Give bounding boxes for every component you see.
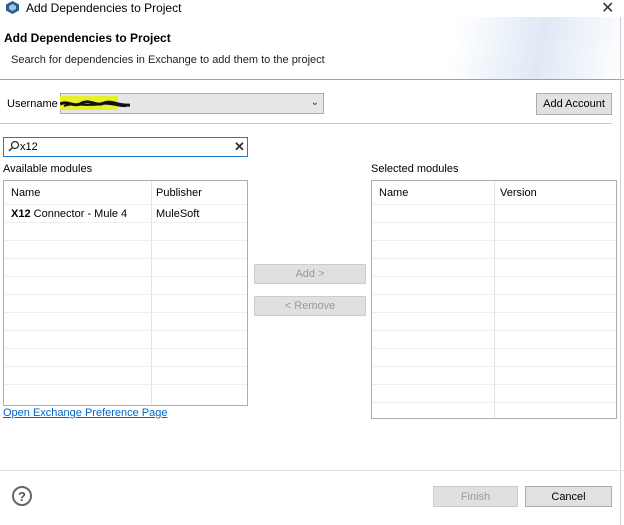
- row-divider: [372, 402, 616, 403]
- username-redaction-scribble: [60, 100, 130, 108]
- row-divider: [4, 366, 247, 367]
- chevron-down-icon[interactable]: ⌄: [311, 97, 319, 108]
- row-divider: [372, 222, 616, 223]
- window-edge: [620, 17, 621, 525]
- help-icon[interactable]: ?: [12, 486, 32, 506]
- banner-divider: [0, 79, 624, 80]
- row-divider: [372, 276, 616, 277]
- row-divider: [4, 222, 247, 223]
- close-icon[interactable]: ✕: [601, 0, 614, 18]
- row-divider: [372, 366, 616, 367]
- cancel-button[interactable]: Cancel: [525, 486, 612, 507]
- row-divider: [372, 258, 616, 259]
- selected-modules-table[interactable]: Name Version: [371, 180, 617, 419]
- table-row[interactable]: X12 Connector - Mule 4: [11, 208, 127, 220]
- row-divider: [4, 348, 247, 349]
- column-header-name[interactable]: Name: [379, 187, 408, 199]
- row-divider: [4, 240, 247, 241]
- row-divider: [372, 312, 616, 313]
- clear-icon[interactable]: ✕: [234, 139, 245, 155]
- section-divider: [0, 123, 612, 124]
- search-icon: [8, 140, 20, 152]
- column-header-version[interactable]: Version: [500, 187, 537, 199]
- row-divider: [4, 276, 247, 277]
- row-divider: [372, 204, 616, 205]
- search-input[interactable]: [20, 140, 230, 154]
- module-name: Connector - Mule 4: [30, 208, 128, 220]
- row-divider: [372, 348, 616, 349]
- title-bar: Add Dependencies to Project ✕: [0, 0, 624, 17]
- row-divider: [4, 294, 247, 295]
- column-header-name[interactable]: Name: [11, 187, 40, 199]
- row-divider: [372, 330, 616, 331]
- row-divider: [4, 384, 247, 385]
- table-header: Name Publisher: [4, 181, 247, 204]
- banner-description: Search for dependencies in Exchange to a…: [11, 54, 325, 66]
- available-modules-table[interactable]: Name Publisher X12 Connector - Mule 4 Mu…: [3, 180, 248, 406]
- row-divider: [4, 330, 247, 331]
- module-publisher: MuleSoft: [156, 208, 200, 220]
- column-divider: [494, 181, 495, 418]
- wizard-banner: Add Dependencies to Project Search for d…: [0, 17, 624, 79]
- window-title: Add Dependencies to Project: [26, 1, 182, 15]
- search-field[interactable]: ✕: [3, 137, 248, 157]
- username-label: Username: [7, 98, 58, 110]
- row-divider: [4, 258, 247, 259]
- anypoint-studio-icon: [6, 1, 19, 14]
- available-modules-label: Available modules: [3, 163, 93, 175]
- add-button[interactable]: Add >: [254, 264, 366, 284]
- row-divider: [4, 312, 247, 313]
- row-divider: [372, 384, 616, 385]
- row-divider: [4, 204, 247, 205]
- row-divider: [372, 240, 616, 241]
- row-divider: [372, 294, 616, 295]
- remove-button[interactable]: < Remove: [254, 296, 366, 316]
- selected-modules-label: Selected modules: [371, 163, 459, 175]
- column-header-publisher[interactable]: Publisher: [156, 187, 202, 199]
- add-account-button[interactable]: Add Account: [536, 93, 612, 115]
- exchange-preference-link[interactable]: Open Exchange Preference Page: [3, 407, 168, 419]
- finish-button[interactable]: Finish: [433, 486, 518, 507]
- column-divider: [151, 181, 152, 405]
- footer-divider: [0, 470, 624, 471]
- module-name-match: X12: [11, 208, 31, 220]
- banner-title: Add Dependencies to Project: [4, 31, 171, 45]
